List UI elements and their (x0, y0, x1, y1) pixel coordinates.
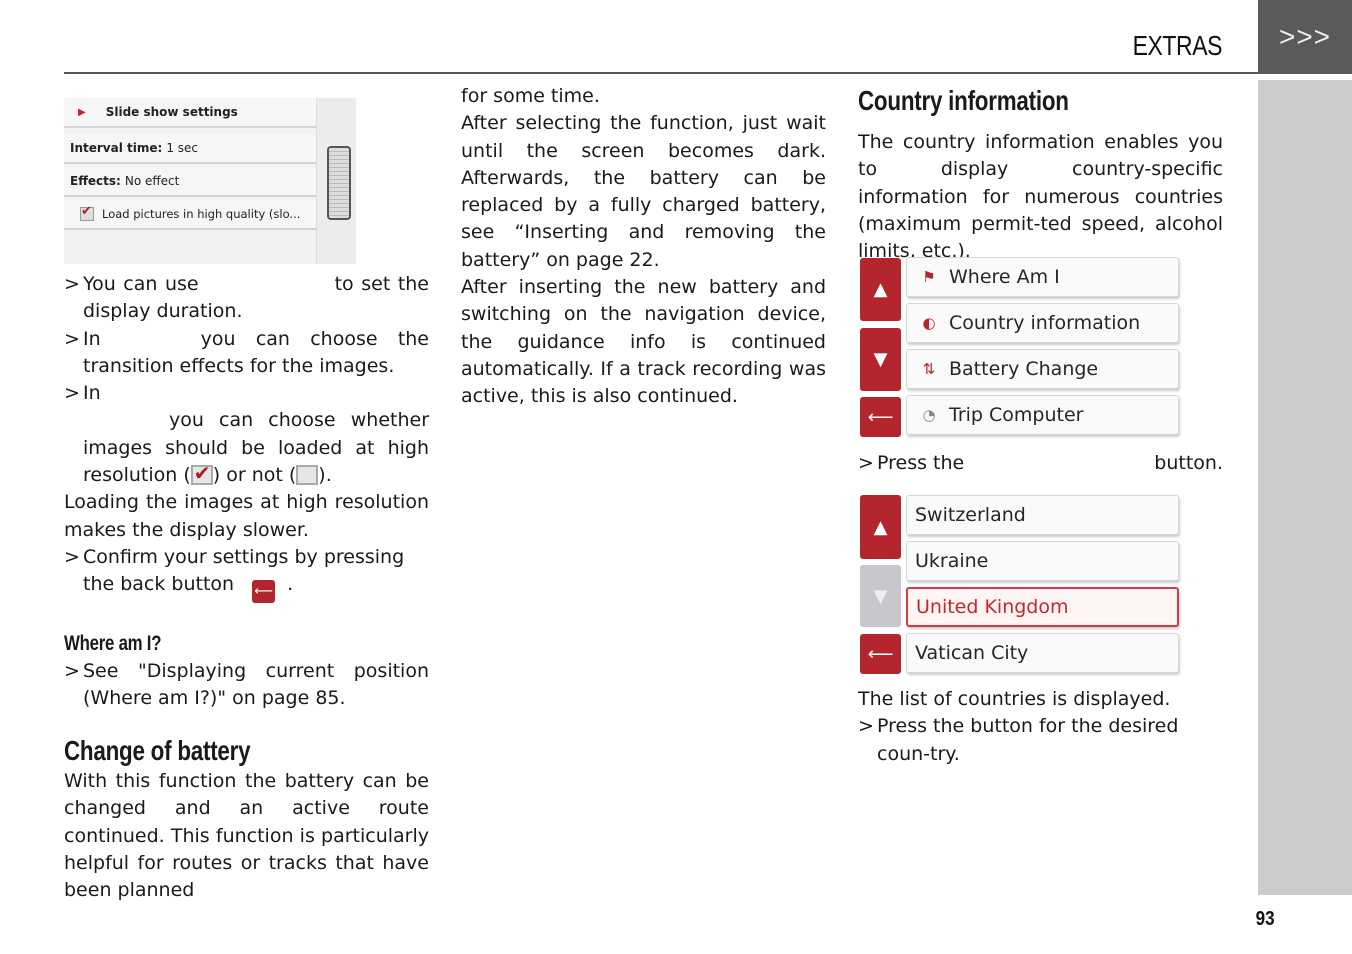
country-info-icon: ◐ (922, 314, 936, 332)
arrow-up-icon: ▲ (873, 279, 888, 300)
effects-value: No effect (124, 174, 180, 188)
side-thumb-bar (1258, 80, 1352, 895)
interval-time-row: Interval time: 1 sec (64, 134, 316, 164)
bullet-where: > See "Displaying current position (Wher… (64, 659, 429, 709)
country-item-united-kingdom[interactable]: United Kingdom (906, 587, 1179, 627)
country-item-vatican-city[interactable]: Vatican City (906, 633, 1179, 673)
loading-note: Loading the images at high resolution ma… (64, 491, 429, 541)
interval-label: Interval time: (70, 141, 163, 155)
arrow-down-icon: ▼ (873, 585, 888, 607)
effects-row: Effects: No effect (64, 167, 316, 197)
country-list-screenshot: ▲ ▼ ⟵ Switzerland Ukraine United Kingdom… (860, 493, 1180, 677)
menu-item-battery-change[interactable]: ⇅ Battery Change (906, 349, 1179, 389)
header-rule (64, 72, 1258, 74)
section-title: EXTRAS (1132, 30, 1223, 61)
country-item-switzerland[interactable]: Switzerland (906, 495, 1179, 535)
back-arrow-icon: ⟵ (867, 643, 894, 665)
trip-computer-icon: ◔ (922, 406, 936, 424)
list-displayed-text: The list of countries is displayed. (858, 688, 1171, 710)
effects-label: Effects: (70, 174, 121, 188)
scroll-up-button[interactable]: ▲ (860, 258, 901, 321)
page-number: 93 (1255, 908, 1275, 930)
menu-item-country-information[interactable]: ◐ Country information (906, 303, 1179, 343)
arrow-up-icon: ▲ (873, 516, 888, 538)
back-button[interactable]: ⟵ (860, 397, 901, 437)
back-button-icon: ⟵ (252, 580, 276, 604)
battery-text: With this function the battery can be ch… (64, 770, 429, 902)
arrow-down-icon: ▼ (873, 349, 888, 370)
col2-para-2: After selecting the function, just wait … (461, 112, 826, 271)
column-1: > You can use to set the display duration… (64, 271, 429, 905)
extras-menu-screenshot: ▲ ▼ ⟵ ⚑ Where Am I ◐ Country information ⇅… (860, 255, 1180, 439)
scrollbar (316, 98, 356, 264)
bullet-quality: > In you can choose whether images should… (64, 380, 429, 489)
interval-value: 1 sec (166, 141, 198, 155)
country-item-ukraine[interactable]: Ukraine (906, 541, 1179, 581)
slideshow-settings-screenshot: ▶ Slide show settings Interval time: 1 s… (64, 98, 356, 264)
country-info-intro: The country information enables you to d… (858, 131, 1223, 263)
country-info-heading: Country information (858, 85, 1069, 116)
slideshow-title-row: ▶ Slide show settings (64, 98, 316, 128)
col2-para-3: After inserting the new battery and swit… (461, 276, 826, 408)
column-2: for some time. After selecting the funct… (461, 83, 826, 411)
change-of-battery-heading: Change of battery (64, 735, 251, 767)
country-list-text: The list of countries is displayed. > Pre… (858, 686, 1223, 768)
checkbox-checked-icon (190, 460, 213, 487)
col2-para-1: for some time. (461, 85, 600, 107)
checkbox-checked-icon (80, 204, 94, 221)
scrollbar-thumb (327, 146, 351, 220)
bullet-confirm: > Confirm your settings by pressing the … (64, 544, 429, 604)
play-icon: ▶ (78, 106, 86, 118)
column-3: Country information The country informat… (858, 82, 1223, 265)
bullet-press-country: > Press the button for the desired coun-t… (858, 715, 1179, 765)
menu-item-trip-computer[interactable]: ◔ Trip Computer (906, 395, 1179, 435)
battery-change-icon: ⇅ (922, 360, 936, 378)
scroll-down-button[interactable]: ▼ (860, 328, 901, 391)
press-button-instruction: > Press the button. (858, 452, 1223, 474)
scroll-down-button-disabled[interactable]: ▼ (860, 565, 901, 627)
menu-item-where-am-i[interactable]: ⚑ Where Am I (906, 257, 1179, 297)
high-quality-row: Load pictures in high quality (slo... (64, 200, 316, 230)
scroll-up-button[interactable]: ▲ (860, 495, 901, 559)
where-am-i-icon: ⚑ (922, 268, 936, 286)
checkbox-unchecked-icon (296, 465, 319, 486)
back-button[interactable]: ⟵ (860, 634, 901, 674)
where-am-i-heading: Where am I? (64, 632, 162, 656)
back-arrow-icon: ⟵ (867, 406, 894, 428)
slideshow-title: Slide show settings (105, 105, 238, 119)
high-quality-label: Load pictures in high quality (slo... (102, 207, 301, 221)
next-section-tab[interactable]: >>> (1258, 0, 1352, 74)
bullet-interval: > You can use to set the display duration… (64, 273, 429, 323)
bullet-effects: > In you can choose the transition effect… (64, 327, 429, 377)
